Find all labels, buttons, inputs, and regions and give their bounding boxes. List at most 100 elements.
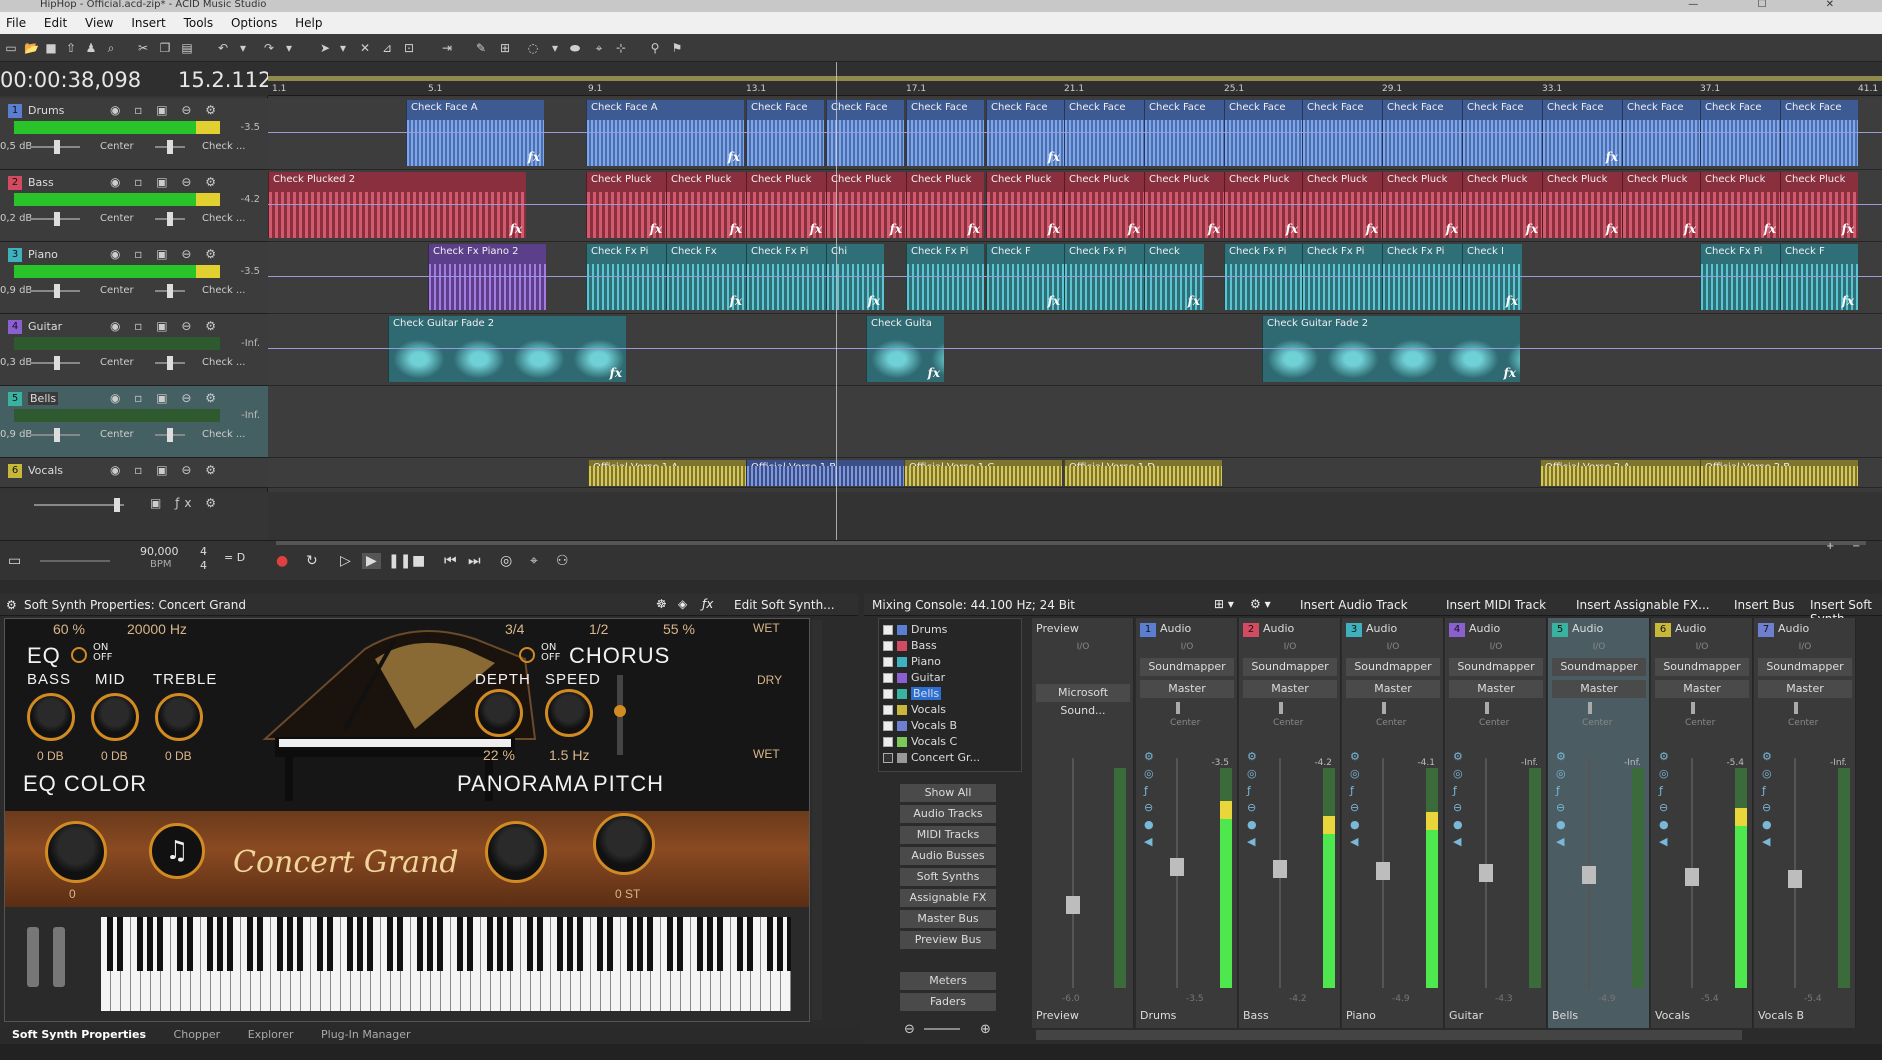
mixer-list-item-vocals[interactable]: Vocals <box>883 703 946 716</box>
clip[interactable]: Check Guita fx <box>866 316 944 382</box>
clip[interactable]: Check Fx Pi <box>1224 244 1302 310</box>
clip[interactable]: Official Verse 1 C <box>904 460 1062 486</box>
play-icon[interactable]: ▶ <box>362 553 381 569</box>
strip-bus[interactable]: Master <box>1346 680 1440 698</box>
track-header-drums[interactable]: 1 Drums ◉ ▫ ▣ ⊖ ⚙ -3.5 0,5 dB Center Che… <box>0 98 268 170</box>
insert-midi-track-button[interactable]: Insert MIDI Track <box>1446 598 1546 612</box>
loop-bar[interactable] <box>268 76 1882 81</box>
track-name[interactable]: Bass <box>28 176 54 189</box>
strip-bus[interactable]: Master <box>1449 680 1543 698</box>
strip-buttons[interactable]: ⚙ ◎ ƒ ⊖ ● ◀ <box>1453 748 1463 850</box>
clip[interactable]: Check Face <box>906 100 984 166</box>
clip[interactable]: Check Fx fx <box>666 244 746 310</box>
faders-button[interactable]: Faders <box>900 993 996 1011</box>
track-name[interactable]: Drums <box>28 104 64 117</box>
track-buttons[interactable]: ◉ ▫ ▣ ⊖ ⚙ <box>110 391 221 405</box>
pan-slider[interactable] <box>155 356 185 370</box>
clip[interactable]: Check Face <box>826 100 904 166</box>
volume-slider[interactable] <box>30 212 80 226</box>
strip-output-device[interactable]: Soundmapper <box>1140 658 1234 676</box>
fx-icon[interactable]: ƒx <box>702 597 713 611</box>
menu-tools[interactable]: Tools <box>178 12 222 30</box>
clip[interactable]: Check Face <box>1382 100 1462 166</box>
strip-fader[interactable] <box>1582 758 1596 988</box>
strip-buttons[interactable]: ⚙ ◎ ƒ ⊖ ● ◀ <box>1659 748 1669 850</box>
clip[interactable]: Check Pluck fx <box>1224 172 1302 238</box>
mixer-list-item-vocals-b[interactable]: Vocals B <box>883 719 957 732</box>
clip[interactable]: Check Face fx <box>986 100 1064 166</box>
time-ruler[interactable]: 1.1 5.1 9.1 13.1 17.1 21.1 25.1 29.1 33.… <box>268 62 1882 96</box>
track-header-piano[interactable]: 3 Piano ◉ ▫ ▣ ⊖ ⚙ -3.5 0,9 dB Center Che… <box>0 242 268 314</box>
track-header-guitar[interactable]: 4 Guitar ◉ ▫ ▣ ⊖ ⚙ -Inf. 0,3 dB Center C… <box>0 314 268 386</box>
tab-explorer[interactable]: Explorer <box>236 1026 306 1043</box>
clip[interactable]: Check Pluck fx <box>586 172 666 238</box>
save-preset-icon[interactable]: ◈ <box>678 597 687 611</box>
lane-piano[interactable]: Check Fx Piano 2 Check Fx Pi Check Fx fx … <box>268 242 1882 314</box>
clip[interactable]: Check Pluck fx <box>1144 172 1224 238</box>
insert-assignable-fx-button[interactable]: Insert Assignable FX... <box>1576 598 1710 612</box>
clip[interactable]: Check Face <box>1064 100 1144 166</box>
bpm-value[interactable]: 90,000 <box>140 545 179 558</box>
zoom-in-mixer-icon[interactable]: ⊕ <box>980 1022 991 1037</box>
paint-icon[interactable]: ⊞ <box>498 41 512 55</box>
menu-view[interactable]: View <box>79 12 121 30</box>
panorama-knob[interactable] <box>485 821 547 883</box>
insert-bus-button[interactable]: Insert Bus <box>1734 598 1794 612</box>
clip[interactable]: Check Pluck fx <box>666 172 746 238</box>
stop-icon[interactable]: ■ <box>412 553 425 569</box>
strip-fader[interactable] <box>1170 758 1184 988</box>
mixer-list-item-piano[interactable]: Piano <box>883 655 941 668</box>
lane-bells[interactable] <box>268 386 1882 458</box>
tab-chopper[interactable]: Chopper <box>162 1026 233 1043</box>
clip[interactable]: Check Ffx <box>1780 244 1858 310</box>
punch-in-icon[interactable]: ⌖ <box>530 553 538 569</box>
clip[interactable]: Official Verse 2 A <box>1540 460 1700 486</box>
track-fx[interactable]: Check ... <box>202 141 245 152</box>
cut-icon[interactable]: ✂ <box>136 41 150 55</box>
erase-icon[interactable]: ◌ <box>526 41 540 55</box>
assignable-fx-button[interactable]: Assignable FX <box>900 889 996 907</box>
track-fx[interactable]: Check ... <box>202 357 245 368</box>
menu-options[interactable]: Options <box>225 12 285 30</box>
clip[interactable]: Check Face <box>1700 100 1780 166</box>
properties-icon[interactable]: ♟ <box>84 41 98 55</box>
clip[interactable]: Check Pluck fx <box>1064 172 1144 238</box>
clip[interactable]: Check Fx Pi <box>906 244 984 310</box>
strip-pan-slider[interactable] <box>1176 702 1180 714</box>
go-to-end-icon[interactable]: ⏭ <box>468 553 481 569</box>
track-name[interactable]: Guitar <box>28 320 62 333</box>
zoom-icon[interactable]: ⬬ <box>568 41 582 55</box>
track-buttons[interactable]: ◉ ▫ ▣ ⊖ ⚙ <box>110 103 221 117</box>
clip[interactable]: Check Fx Pi <box>1700 244 1780 310</box>
grid-icon[interactable]: ⊹ <box>614 41 628 55</box>
piano-black-keys[interactable] <box>101 917 791 971</box>
clip[interactable]: Official Verse 1 D <box>1064 460 1222 486</box>
tab-soft-synth-properties[interactable]: Soft Synth Properties <box>0 1026 158 1043</box>
strip-bus[interactable]: Master <box>1552 680 1646 698</box>
draw-icon[interactable]: ✎ <box>474 41 488 55</box>
window-controls[interactable]: — ☐ ✕ <box>1688 0 1862 10</box>
strip-bus[interactable]: Master <box>1243 680 1337 698</box>
play-from-start-icon[interactable]: ▷ <box>340 553 351 569</box>
key-display[interactable]: = D <box>224 551 245 564</box>
zoom-out-icon[interactable]: − <box>1852 541 1860 552</box>
strip-fader[interactable] <box>1273 758 1287 988</box>
preview-bus-button[interactable]: Preview Bus <box>900 931 996 949</box>
redo-dropdown-icon[interactable]: ▾ <box>282 41 296 55</box>
mixer-list-item-drums[interactable]: Drums <box>883 623 947 636</box>
pause-icon[interactable]: ❚❚ <box>388 553 411 569</box>
zoom-in-icon[interactable]: + <box>1826 541 1834 552</box>
select-icon[interactable]: ⊡ <box>402 41 416 55</box>
strip-pan-slider[interactable] <box>1382 702 1386 714</box>
mixer-list-item-vocals-c[interactable]: Vocals C <box>883 735 957 748</box>
speed-knob[interactable] <box>545 689 593 737</box>
timeline-area[interactable]: 1.1 5.1 9.1 13.1 17.1 21.1 25.1 29.1 33.… <box>268 62 1882 556</box>
strip-output-device[interactable]: Soundmapper <box>1346 658 1440 676</box>
track-header-bells[interactable]: 5 Bells ◉ ▫ ▣ ⊖ ⚙ -Inf. 0,9 dB Center Ch… <box>0 386 268 458</box>
time-sig-top[interactable]: 4 <box>200 545 207 558</box>
volume-envelope[interactable] <box>268 276 1882 277</box>
track-buttons[interactable]: ◉ ▫ ▣ ⊖ ⚙ <box>110 247 221 261</box>
menu-help[interactable]: Help <box>289 12 330 30</box>
track-fx[interactable]: Check ... <box>202 429 245 440</box>
loop-playback-icon[interactable]: ↻ <box>306 553 318 569</box>
